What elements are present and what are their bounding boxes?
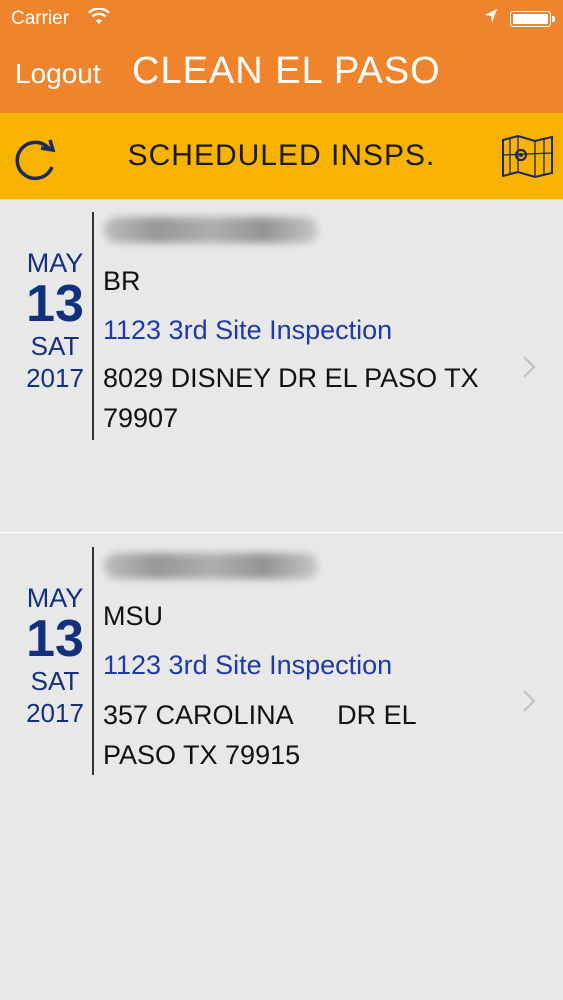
status-bar: Carrier (0, 0, 563, 40)
date-weekday: SAT (30, 331, 80, 361)
inspection-code: MSU (103, 601, 163, 631)
inspection-type-link[interactable]: 1123 3rd Site Inspection (103, 650, 392, 681)
inspection-address: 8029 DISNEY DR EL PASO TX 79907 (103, 363, 479, 433)
redacted-name (104, 217, 318, 243)
date-year: 2017 (26, 363, 84, 393)
inspection-row[interactable]: MAY 13 SAT 2017 MSU 1123 3rd Site Inspec… (0, 532, 563, 865)
wifi-icon (88, 7, 110, 32)
date-year: 2017 (26, 698, 84, 728)
location-arrow-icon (484, 8, 498, 30)
logout-button[interactable]: Logout (15, 58, 101, 90)
chevron-right-icon (521, 354, 537, 380)
chevron-right-icon (521, 688, 537, 714)
inspection-address: 357 CAROLINA DR EL PASO TX 79915 (103, 700, 417, 770)
redacted-name (104, 553, 318, 579)
inspection-type-link[interactable]: 1123 3rd Site Inspection (103, 315, 392, 346)
inspection-row[interactable]: MAY 13 SAT 2017 BR 1123 3rd Site Inspect… (0, 199, 563, 532)
app-title: CLEAN EL PASO (132, 50, 441, 92)
date-month: MAY (26, 583, 84, 613)
screen-title: SCHEDULED INSPS. (127, 139, 436, 172)
date-day: 13 (26, 275, 84, 333)
row-divider-line (92, 547, 94, 775)
date-weekday: SAT (30, 666, 80, 696)
battery-icon (510, 11, 555, 27)
row-divider-line (92, 212, 94, 440)
date-block: MAY 13 SAT 2017 (16, 248, 94, 394)
date-month: MAY (26, 248, 84, 278)
map-icon[interactable] (500, 133, 555, 179)
date-block: MAY 13 SAT 2017 (16, 583, 94, 729)
navigation-bar: Carrier Logout CLEAN EL PASO (0, 0, 563, 113)
inspection-code: BR (103, 266, 141, 296)
scheduled-toolbar: SCHEDULED INSPS. (0, 113, 563, 199)
carrier-label: Carrier (11, 8, 70, 29)
date-day: 13 (26, 610, 84, 668)
